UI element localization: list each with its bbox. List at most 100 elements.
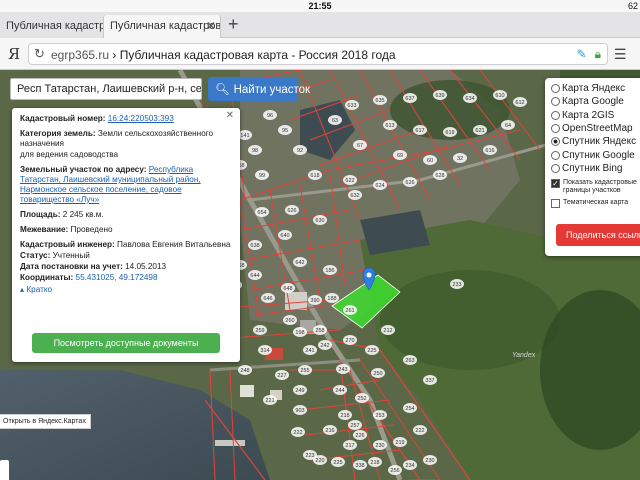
layer-radio[interactable] <box>551 110 560 120</box>
parcel-label[interactable]: 225 <box>333 460 342 466</box>
parcel-label[interactable]: 250 <box>373 371 382 377</box>
cad-number-link[interactable]: 16:24:220503:393 <box>108 114 174 123</box>
parcel-label[interactable]: 67 <box>357 143 363 149</box>
parcel-label[interactable]: 390 <box>310 298 319 304</box>
layer-radio[interactable] <box>551 163 560 173</box>
parcel-label[interactable]: 221 <box>265 398 274 404</box>
parcel-label[interactable]: 612 <box>515 100 524 106</box>
close-popup-icon[interactable]: ✕ <box>226 111 234 121</box>
parcel-label[interactable]: 241 <box>305 348 314 354</box>
layer-option[interactable]: Спутник Яндекс <box>551 135 640 148</box>
parcel-label[interactable]: 222 <box>415 428 424 434</box>
layer-option[interactable]: OpenStreetMap <box>551 122 640 135</box>
layer-radio[interactable] <box>551 84 560 94</box>
parcel-label[interactable]: 630 <box>315 218 324 224</box>
layer-option[interactable]: Спутник Bing <box>551 162 640 175</box>
lock-icon[interactable]: 🔒︎ <box>595 47 601 61</box>
search-button[interactable]: 🔍︎ Найти участок <box>208 77 310 101</box>
coords-value[interactable]: 55.431025, 49.172498 <box>76 273 158 282</box>
parcel-label[interactable]: 248 <box>240 368 249 374</box>
search-input[interactable]: Респ Татарстан, Лаишевский р-н, село Т <box>10 78 202 100</box>
parcel-label[interactable]: 141 <box>240 133 249 139</box>
parcel-label[interactable]: 258 <box>315 328 324 334</box>
parcel-label[interactable]: 198 <box>295 330 304 336</box>
parcel-label[interactable]: 624 <box>375 183 384 189</box>
parcel-label[interactable]: 96 <box>267 113 273 119</box>
parcel-label[interactable]: 270 <box>345 338 354 344</box>
parcel-label[interactable]: 616 <box>485 148 494 154</box>
parcel-label[interactable]: 69 <box>397 153 403 159</box>
new-tab-icon[interactable]: + <box>228 14 239 35</box>
parcel-label[interactable]: 613 <box>385 123 394 129</box>
parcel-label[interactable]: 186 <box>325 268 334 274</box>
parcel-label[interactable]: 610 <box>495 93 504 99</box>
tab-1[interactable]: Публичная кадастровая <box>0 15 103 38</box>
tab-2[interactable]: Публичная кадастров ✕ <box>103 15 221 38</box>
layer-option[interactable]: Карта 2GIS <box>551 109 640 122</box>
parcel-label[interactable]: 252 <box>357 396 366 402</box>
parcel-label[interactable]: 60 <box>427 158 433 164</box>
parcel-label[interactable]: 255 <box>300 368 309 374</box>
share-link-button[interactable]: Поделиться ссылкой <box>556 224 640 246</box>
show-boundaries-checkbox[interactable]: ✓ <box>551 179 560 189</box>
parcel-label[interactable]: 314 <box>260 348 269 354</box>
parcel-label[interactable]: 230 <box>425 458 434 464</box>
parcel-label[interactable]: 903 <box>295 408 304 414</box>
parcel-label[interactable]: 219 <box>395 440 404 446</box>
parcel-label[interactable]: 234 <box>405 463 414 469</box>
parcel-label[interactable]: 259 <box>255 328 264 334</box>
parcel-label[interactable]: 634 <box>465 96 474 102</box>
parcel-label[interactable]: 626 <box>287 208 296 214</box>
close-tab-icon[interactable]: ✕ <box>206 19 216 33</box>
parcel-label[interactable]: 644 <box>250 273 259 279</box>
layer-radio[interactable] <box>551 124 560 134</box>
layer-option[interactable]: Спутник Google <box>551 148 640 161</box>
edit-icon[interactable]: ✎ <box>577 47 587 61</box>
parcel-label[interactable]: 632 <box>350 193 359 199</box>
parcel-label[interactable]: 633 <box>347 103 356 109</box>
parcel-label[interactable]: 254 <box>405 406 414 412</box>
parcel-label[interactable]: 223 <box>305 453 314 459</box>
parcel-label[interactable]: 63 <box>332 118 338 124</box>
parcel-label[interactable]: 92 <box>297 148 303 154</box>
parcel-label[interactable]: 637 <box>405 96 414 102</box>
parcel-label[interactable]: 212 <box>383 328 392 334</box>
parcel-label[interactable]: 64 <box>505 123 511 129</box>
parcel-label[interactable]: 98 <box>252 148 258 154</box>
parcel-label[interactable]: 230 <box>375 443 384 449</box>
parcel-label[interactable]: 222 <box>293 430 302 436</box>
url-field[interactable]: ↻ egrp365.ru › Публичная кадастровая кар… <box>28 43 608 65</box>
parcel-label[interactable]: 253 <box>375 413 384 419</box>
parcel-label[interactable]: 648 <box>283 286 292 292</box>
parcel-label[interactable]: 218 <box>370 460 379 466</box>
parcel-label[interactable]: 628 <box>435 173 444 179</box>
parcel-label[interactable]: 646 <box>263 296 272 302</box>
parcel-label[interactable]: 622 <box>345 178 354 184</box>
parcel-label[interactable]: 242 <box>320 343 329 349</box>
parcel-label[interactable]: 338 <box>355 463 364 469</box>
thematic-map-checkbox[interactable] <box>551 199 560 209</box>
view-documents-button[interactable]: Посмотреть доступные документы <box>32 333 220 353</box>
parcel-label[interactable]: 638 <box>250 243 259 249</box>
layer-radio[interactable] <box>551 137 560 147</box>
parcel-label[interactable]: 635 <box>375 98 384 104</box>
parcel-label[interactable]: 261 <box>345 308 354 314</box>
parcel-label[interactable]: 619 <box>445 130 454 136</box>
layer-radio[interactable] <box>551 97 560 107</box>
yandex-logo-icon[interactable]: Я <box>8 45 20 63</box>
parcel-label[interactable]: 243 <box>338 367 347 373</box>
parcel-label[interactable]: 256 <box>390 468 399 474</box>
parcel-label[interactable]: 642 <box>295 260 304 266</box>
parcel-label[interactable]: 226 <box>355 433 364 439</box>
parcel-label[interactable]: 337 <box>425 378 434 384</box>
thematic-map-option[interactable]: Тематическая карта <box>551 199 640 209</box>
parcel-label[interactable]: 244 <box>335 388 344 394</box>
parcel-label[interactable]: 618 <box>310 173 319 179</box>
reload-icon[interactable]: ↻ <box>34 46 45 62</box>
parcel-label[interactable]: 617 <box>415 128 424 134</box>
parcel-label[interactable]: 626 <box>405 180 414 186</box>
parcel-label[interactable]: 639 <box>435 93 444 99</box>
parcel-label[interactable]: 188 <box>327 296 336 302</box>
show-boundaries-option[interactable]: ✓ Показать кадастровые границы участков <box>551 179 640 195</box>
layer-option[interactable]: Карта Google <box>551 95 640 108</box>
